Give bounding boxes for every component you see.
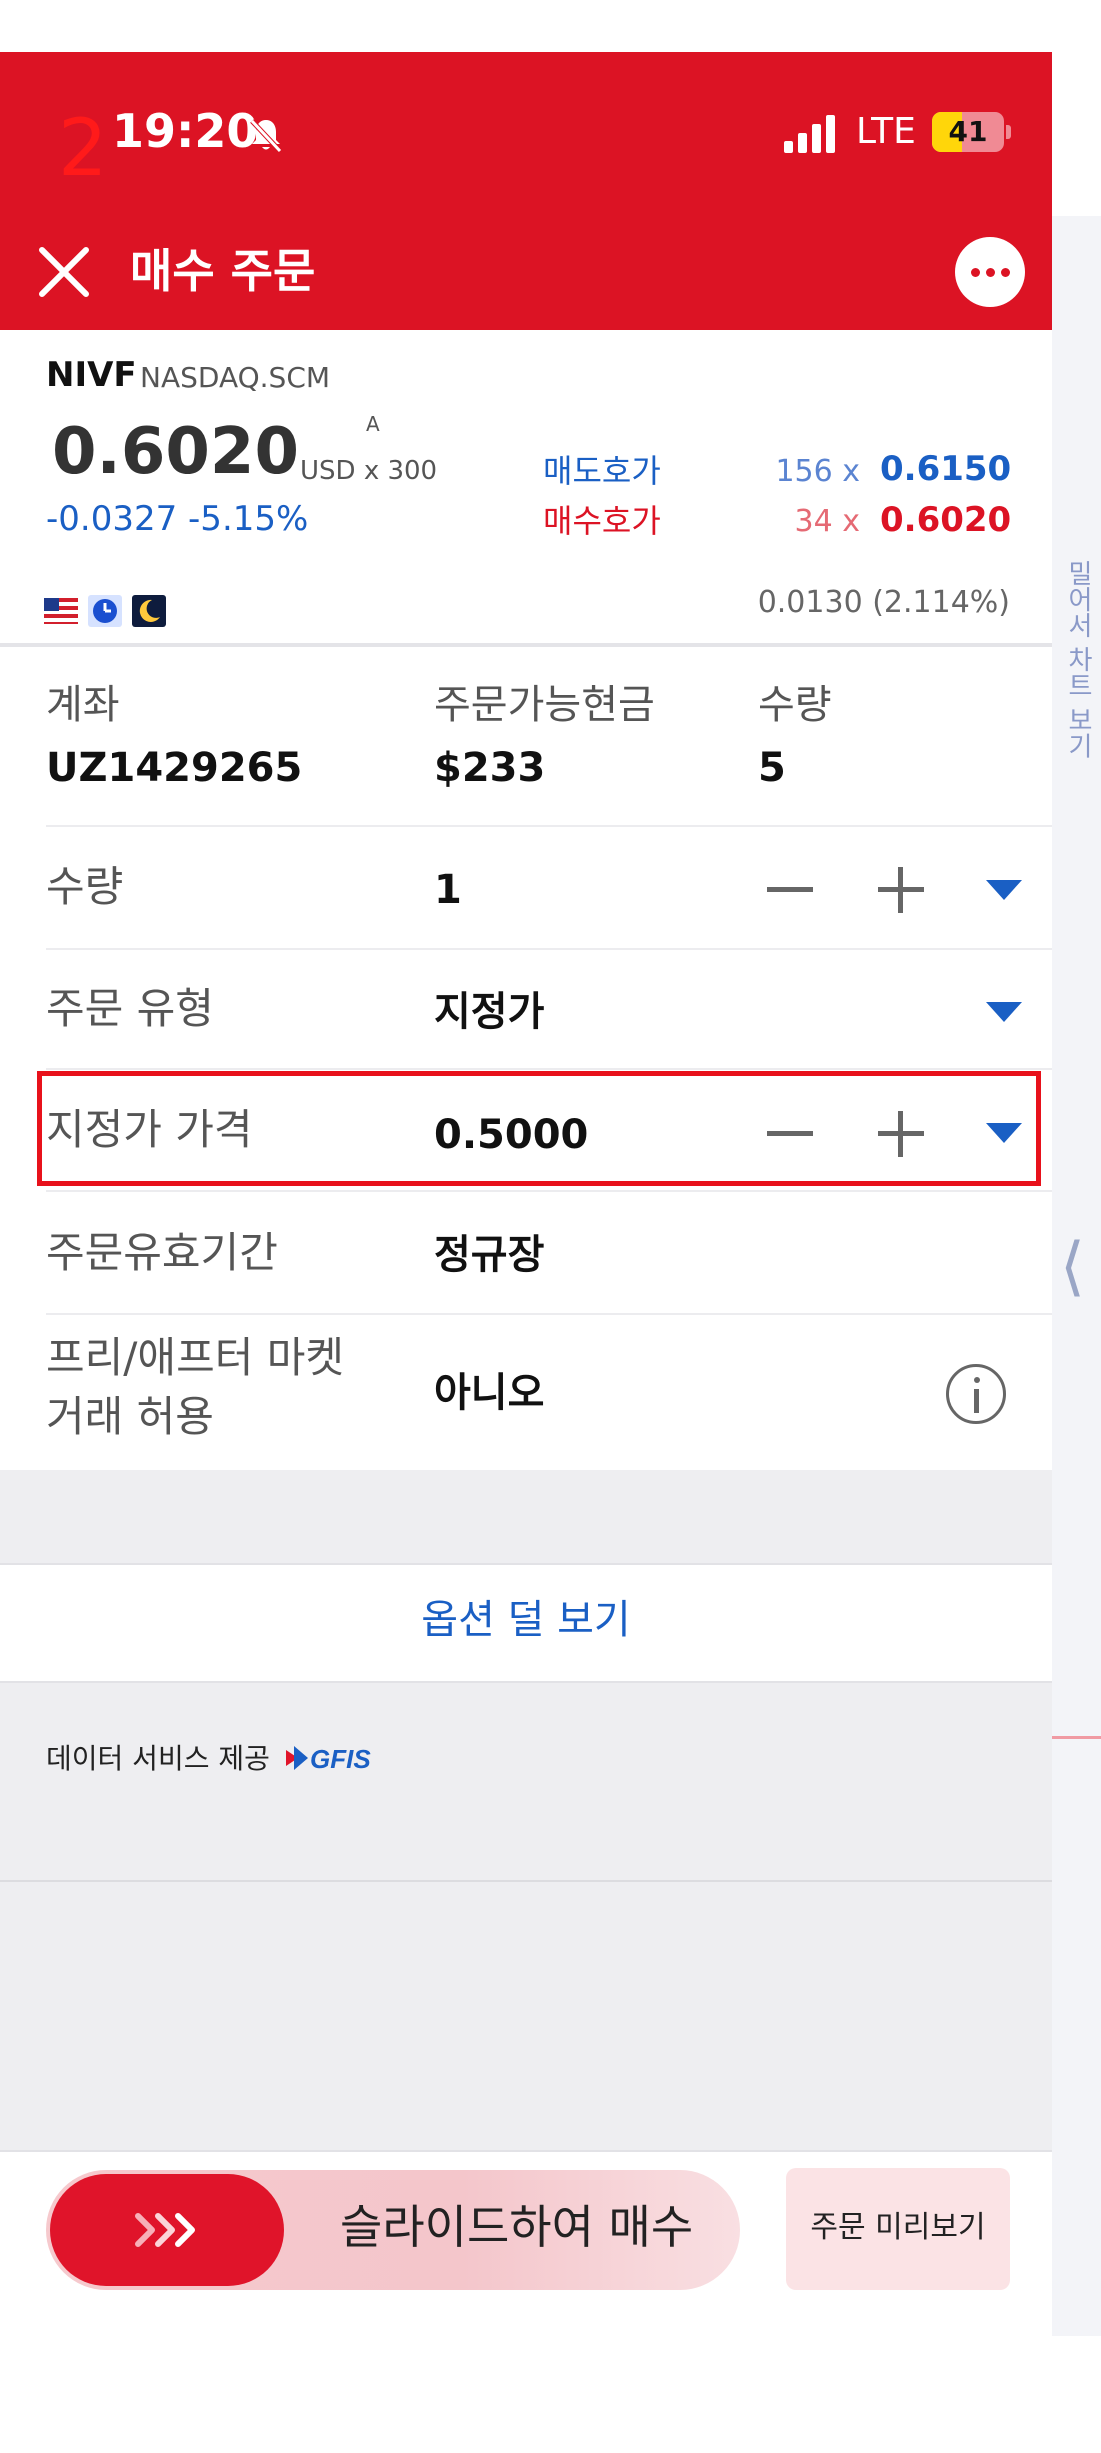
order-type-value[interactable]: 지정가 bbox=[434, 992, 544, 1032]
quantity-dropdown-icon[interactable] bbox=[986, 880, 1022, 900]
options-toggle-link[interactable]: 옵션 덜 보기 bbox=[0, 1596, 1052, 1644]
close-icon[interactable] bbox=[36, 244, 92, 300]
ask-quantity: 156 x bbox=[775, 454, 860, 489]
order-preview-label: 주문 미리보기 bbox=[810, 2210, 986, 2245]
holding-qty-value: 5 bbox=[758, 745, 786, 791]
signal-icon bbox=[784, 115, 835, 153]
gfis-logo: GFIS bbox=[286, 1744, 371, 1774]
row-divider bbox=[46, 948, 1052, 950]
quantity-minus-button[interactable] bbox=[767, 887, 813, 892]
order-type-label: 주문 유형 bbox=[46, 984, 214, 1033]
available-cash-label: 주문가능현금 bbox=[434, 682, 655, 728]
slide-to-buy-label: 슬라이드하여 매수 bbox=[340, 2200, 694, 2254]
info-icon[interactable] bbox=[946, 1364, 1006, 1424]
order-type-dropdown-icon[interactable] bbox=[986, 1002, 1022, 1022]
chevron-left-icon[interactable]: ⟨ bbox=[1060, 1235, 1085, 1299]
bell-muted-icon bbox=[250, 119, 282, 153]
network-type: LTE bbox=[856, 111, 916, 152]
spread-value: 0.0130 (2.114%) bbox=[757, 585, 1010, 620]
stock-market: NASDAQ.SCM bbox=[140, 361, 331, 394]
current-price: 0.6020 bbox=[52, 415, 299, 489]
step-annotation: 2 bbox=[58, 104, 108, 194]
spacer-block bbox=[0, 1470, 1052, 1564]
section-divider bbox=[0, 643, 1052, 647]
slide-to-buy-handle[interactable] bbox=[50, 2174, 284, 2286]
row-divider bbox=[46, 1190, 1052, 1192]
row-divider bbox=[46, 1313, 1052, 1315]
row-divider bbox=[46, 1068, 1052, 1070]
battery-level: 41 bbox=[948, 115, 988, 148]
quantity-label: 수량 bbox=[46, 862, 124, 911]
stock-symbol: NIVF bbox=[46, 355, 137, 395]
limit-price-label: 지정가 가격 bbox=[46, 1105, 253, 1154]
bid-price: 0.6020 bbox=[880, 500, 1012, 540]
ask-price: 0.6150 bbox=[880, 449, 1012, 489]
order-screen: 2 19:20 LTE 41 매수 주문 밀어서 차트 보기 ⟨ NIVF NA… bbox=[0, 0, 1101, 2453]
ask-label: 매도호가 bbox=[543, 452, 661, 490]
side-chart-line bbox=[1052, 1736, 1101, 1739]
clock-icon bbox=[88, 595, 122, 627]
bid-quantity: 34 x bbox=[794, 504, 860, 539]
us-flag-icon bbox=[44, 598, 78, 624]
status-time: 19:20 bbox=[112, 104, 259, 158]
account-label: 계좌 bbox=[46, 682, 120, 728]
price-superscript: A bbox=[366, 412, 380, 436]
limit-price-value[interactable]: 0.5000 bbox=[434, 1115, 588, 1155]
validity-label: 주문유효기간 bbox=[46, 1228, 278, 1277]
side-panel-label: 밀어서 차트 보기 bbox=[1063, 560, 1093, 759]
more-options-icon[interactable] bbox=[955, 237, 1025, 307]
extended-hours-value[interactable]: 아니오 bbox=[434, 1373, 544, 1413]
holding-qty-label: 수량 bbox=[758, 682, 832, 728]
account-number[interactable]: UZ1429265 bbox=[46, 748, 302, 788]
price-change: -0.0327 -5.15% bbox=[46, 499, 309, 539]
row-divider bbox=[46, 825, 1052, 827]
svg-text:GFIS: GFIS bbox=[310, 1744, 371, 1774]
page-title: 매수 주문 bbox=[130, 244, 316, 298]
battery-icon: 41 bbox=[932, 112, 1012, 152]
quantity-plus-button[interactable] bbox=[878, 867, 924, 913]
extended-hours-label-line1: 프리/애프터 마켓 bbox=[46, 1333, 344, 1382]
validity-value[interactable]: 정규장 bbox=[434, 1235, 544, 1275]
quantity-value[interactable]: 1 bbox=[434, 870, 462, 910]
available-cash-value: $233 bbox=[434, 745, 546, 791]
data-credit-text: 데이터 서비스 제공 bbox=[46, 1742, 270, 1775]
extended-hours-label-line2: 거래 허용 bbox=[46, 1392, 214, 1441]
limit-price-dropdown-icon[interactable] bbox=[986, 1123, 1022, 1143]
currency-multiplier: USD x 300 bbox=[300, 456, 438, 486]
footer-divider bbox=[0, 1880, 1052, 1882]
triple-chevron-icon bbox=[135, 2213, 195, 2247]
moon-icon bbox=[132, 595, 166, 627]
limit-price-plus-button[interactable] bbox=[878, 1111, 924, 1157]
limit-price-minus-button[interactable] bbox=[767, 1131, 813, 1136]
bid-label: 매수호가 bbox=[543, 502, 661, 540]
